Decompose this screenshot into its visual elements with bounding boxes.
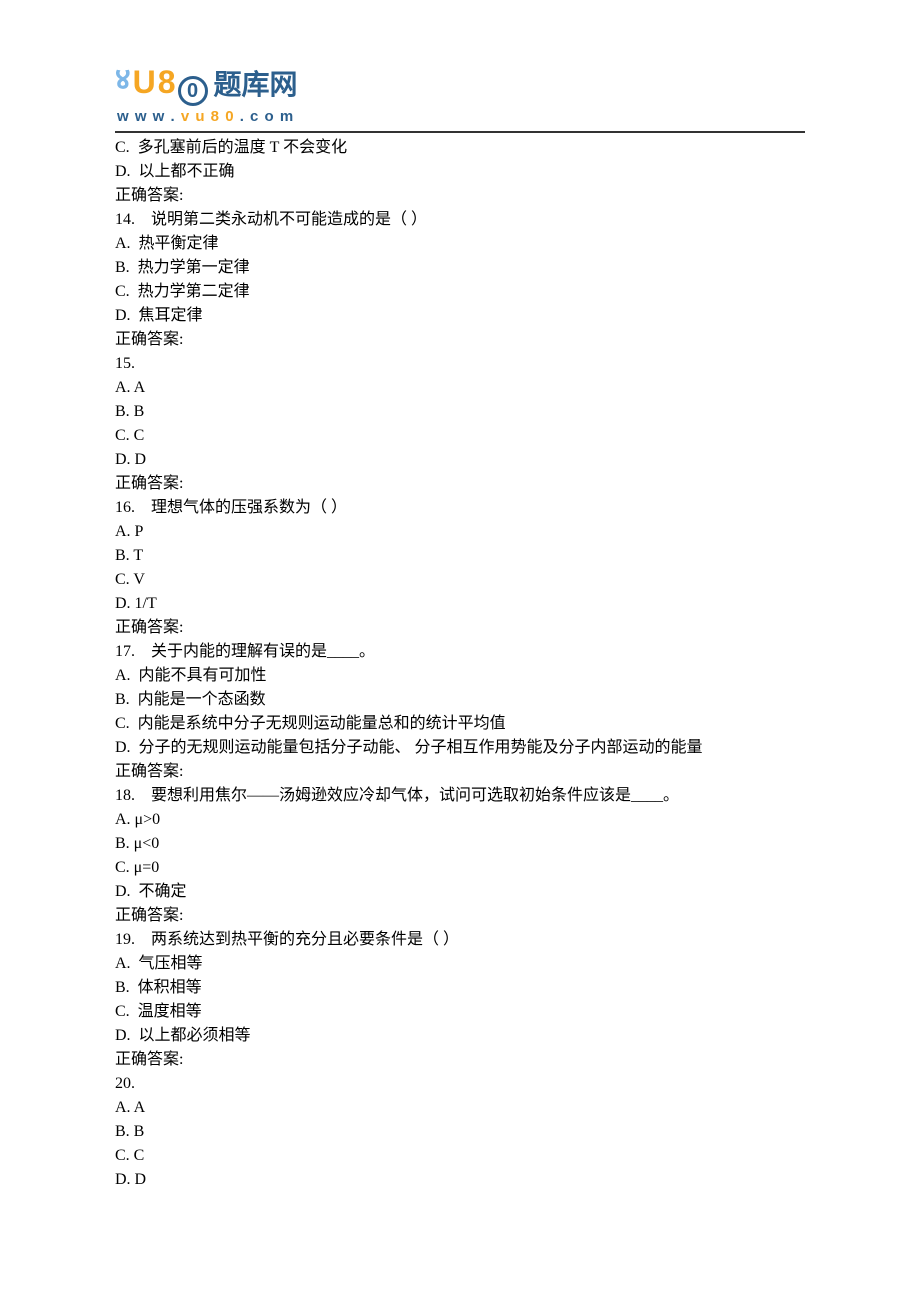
question-stem: 16. 理想气体的压强系数为（ ） <box>115 496 805 520</box>
text-line: A. P <box>115 520 805 544</box>
text-line: D. 以上都必须相等 <box>115 1024 805 1048</box>
logo-letter-u: U <box>133 58 156 106</box>
text-line: A. 热平衡定律 <box>115 232 805 256</box>
answer-label: 正确答案: <box>115 1048 805 1072</box>
text-line: B. μ<0 <box>115 832 805 856</box>
question-stem: 19. 两系统达到热平衡的充分且必要条件是（ ） <box>115 928 805 952</box>
text-line: C. C <box>115 1144 805 1168</box>
text-line: D. 以上都不正确 <box>115 160 805 184</box>
question-content: C. 多孔塞前后的温度 T 不会变化 D. 以上都不正确 正确答案: 14. 说… <box>115 136 805 1192</box>
question-stem: 15. <box>115 352 805 376</box>
text-line: B. T <box>115 544 805 568</box>
text-line: C. 多孔塞前后的温度 T 不会变化 <box>115 136 805 160</box>
logo-digit-8: 8 <box>158 58 176 106</box>
header-divider <box>115 131 805 133</box>
text-line: D. 不确定 <box>115 880 805 904</box>
text-line: D. D <box>115 448 805 472</box>
text-line: D. D <box>115 1168 805 1192</box>
text-line: C. C <box>115 424 805 448</box>
text-line: A. A <box>115 376 805 400</box>
document-page: ४ U 8 0 题库网 w w w . v u 8 0 . c o m C. 多… <box>0 0 920 1192</box>
logo-url: w w w . v u 8 0 . c o m <box>117 106 805 129</box>
text-line: B. 体积相等 <box>115 976 805 1000</box>
text-line: C. μ=0 <box>115 856 805 880</box>
text-line: B. B <box>115 400 805 424</box>
logo-text-cn: 题库网 <box>214 64 298 106</box>
answer-label: 正确答案: <box>115 328 805 352</box>
text-line: D. 焦耳定律 <box>115 304 805 328</box>
logo-bunny-icon: ४ <box>115 57 131 102</box>
text-line: C. 温度相等 <box>115 1000 805 1024</box>
text-line: D. 1/T <box>115 592 805 616</box>
text-line: B. 内能是一个态函数 <box>115 688 805 712</box>
question-stem: 18. 要想利用焦尔——汤姆逊效应冷却气体，试问可选取初始条件应该是____。 <box>115 784 805 808</box>
text-line: D. 分子的无规则运动能量包括分子动能、 分子相互作用势能及分子内部运动的能量 <box>115 736 805 760</box>
text-line: C. V <box>115 568 805 592</box>
answer-label: 正确答案: <box>115 760 805 784</box>
text-line: C. 热力学第二定律 <box>115 280 805 304</box>
answer-label: 正确答案: <box>115 472 805 496</box>
text-line: B. 热力学第一定律 <box>115 256 805 280</box>
text-line: A. A <box>115 1096 805 1120</box>
answer-label: 正确答案: <box>115 904 805 928</box>
text-line: C. 内能是系统中分子无规则运动能量总和的统计平均值 <box>115 712 805 736</box>
text-line: A. 内能不具有可加性 <box>115 664 805 688</box>
answer-label: 正确答案: <box>115 616 805 640</box>
text-line: B. B <box>115 1120 805 1144</box>
question-stem: 20. <box>115 1072 805 1096</box>
question-stem: 14. 说明第二类永动机不可能造成的是（ ） <box>115 208 805 232</box>
text-line: A. μ>0 <box>115 808 805 832</box>
answer-label: 正确答案: <box>115 184 805 208</box>
logo-digit-0: 0 <box>178 76 208 106</box>
site-logo: ४ U 8 0 题库网 <box>115 58 805 106</box>
question-stem: 17. 关于内能的理解有误的是____。 <box>115 640 805 664</box>
text-line: A. 气压相等 <box>115 952 805 976</box>
